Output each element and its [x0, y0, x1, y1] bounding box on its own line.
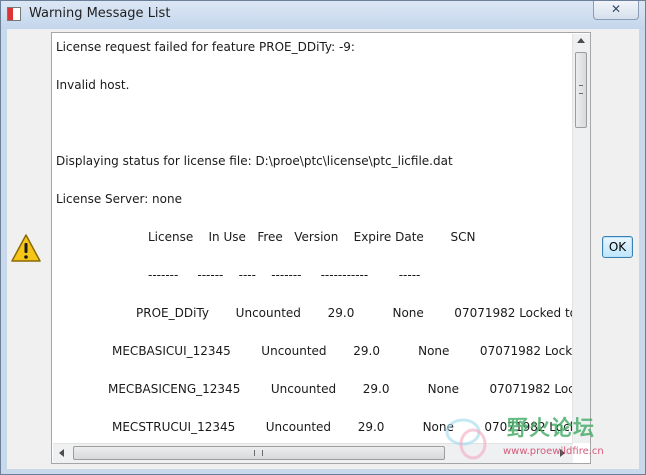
horizontal-scrollbar[interactable]: [53, 443, 573, 463]
table-row: MECSTRUCUI_12345 Uncounted 29.0 None 070…: [112, 420, 591, 434]
vertical-scroll-thumb[interactable]: [575, 52, 587, 128]
horizontal-scroll-thumb[interactable]: [73, 446, 445, 460]
message-text-area[interactable]: License request failed for feature PROE_…: [51, 32, 591, 464]
table-row: MECBASICENG_12345 Uncounted 29.0 None 07…: [108, 382, 591, 396]
message-line: License request failed for feature PROE_…: [56, 40, 355, 54]
vertical-scrollbar[interactable]: [572, 34, 590, 443]
ok-button[interactable]: OK: [602, 236, 633, 258]
warning-message-dialog: Warning Message List ✕ License request f…: [0, 0, 646, 475]
title-bar[interactable]: Warning Message List ✕: [1, 1, 645, 29]
scroll-up-icon[interactable]: [577, 38, 585, 43]
close-button[interactable]: ✕: [593, 1, 639, 20]
close-icon: ✕: [610, 2, 622, 16]
table-separator: ------- ------ ---- ------- ----------- …: [148, 268, 421, 282]
table-header: License In Use Free Version Expire Date …: [148, 230, 476, 244]
message-line: Displaying status for license file: D:\p…: [56, 154, 453, 168]
app-icon: [7, 7, 21, 21]
window-title: Warning Message List: [29, 6, 171, 21]
dialog-body: License request failed for feature PROE_…: [7, 29, 639, 469]
table-row: PROE_DDiTy Uncounted 29.0 None 07071982 …: [136, 306, 591, 320]
message-line: License Server: none: [56, 192, 182, 206]
warning-icon: [11, 234, 41, 262]
message-line: Invalid host.: [56, 78, 130, 92]
table-row: MECBASICUI_12345 Uncounted 29.0 None 070…: [112, 344, 591, 358]
scroll-left-icon[interactable]: [59, 449, 64, 457]
scroll-right-icon[interactable]: [560, 449, 565, 457]
